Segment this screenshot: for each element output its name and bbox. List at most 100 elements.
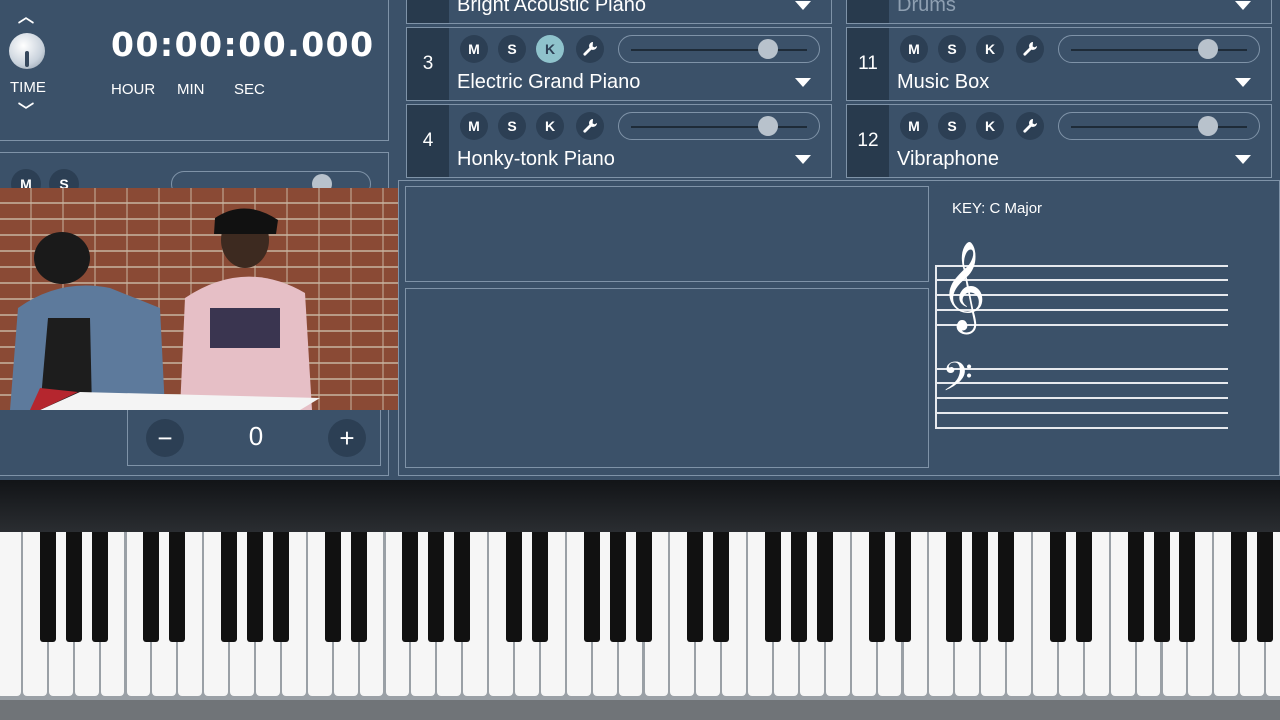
track-number: 3 xyxy=(407,28,449,100)
wrench-icon[interactable] xyxy=(576,35,604,63)
wrench-icon[interactable] xyxy=(1016,112,1044,140)
solo-button[interactable]: S xyxy=(938,112,966,140)
time-down-arrow-icon[interactable]: ﹀ xyxy=(17,97,35,120)
volume-slider[interactable] xyxy=(1058,112,1260,140)
black-key[interactable] xyxy=(143,532,160,642)
black-key[interactable] xyxy=(687,532,704,642)
wrench-icon[interactable] xyxy=(1016,35,1044,63)
keyboard-button[interactable]: K xyxy=(536,35,564,63)
black-key[interactable] xyxy=(169,532,186,642)
black-key[interactable] xyxy=(1127,532,1144,642)
black-key[interactable] xyxy=(1049,532,1066,642)
time-knob[interactable] xyxy=(9,33,45,69)
solo-button[interactable]: S xyxy=(938,35,966,63)
black-key[interactable] xyxy=(1179,532,1196,642)
mute-button[interactable]: M xyxy=(460,35,488,63)
keyboard-button[interactable]: K xyxy=(976,112,1004,140)
time-unit-hour: HOUR xyxy=(111,81,156,98)
center-lower-box xyxy=(405,288,929,468)
track-4: 4 M S K Honky-tonk Piano xyxy=(406,104,832,178)
dropdown-arrow-icon[interactable] xyxy=(795,155,811,164)
black-key[interactable] xyxy=(972,532,989,642)
black-key[interactable] xyxy=(609,532,626,642)
instrument-name: Bright Acoustic Piano xyxy=(457,0,646,16)
black-key[interactable] xyxy=(39,532,56,642)
black-key[interactable] xyxy=(506,532,522,642)
black-key[interactable] xyxy=(816,532,833,642)
black-key[interactable] xyxy=(247,532,263,642)
transpose-plus-button[interactable]: + xyxy=(328,419,366,457)
black-key[interactable] xyxy=(946,532,963,642)
slider-handle[interactable] xyxy=(758,116,778,136)
track-number xyxy=(847,0,889,23)
instrument-name: Drums xyxy=(897,0,956,16)
webcam-people-image xyxy=(10,208,320,410)
time-panel: ︿ TIME ﹀ 00:00:00.000 HOUR MIN SEC xyxy=(0,0,389,141)
solo-button[interactable]: S xyxy=(498,112,526,140)
transpose-stepper: − 0 + xyxy=(127,408,381,466)
time-unit-sec: SEC xyxy=(234,81,265,98)
slider-handle[interactable] xyxy=(1198,116,1218,136)
piano-keyboard xyxy=(0,532,1280,700)
wrench-icon[interactable] xyxy=(576,112,604,140)
keyboard-button[interactable]: K xyxy=(536,112,564,140)
black-key[interactable] xyxy=(454,532,471,642)
black-key[interactable] xyxy=(765,532,781,642)
webcam-overlay xyxy=(0,188,398,410)
center-upper-box xyxy=(405,186,929,282)
volume-slider[interactable] xyxy=(1058,35,1260,63)
time-unit-min: MIN xyxy=(177,81,205,98)
volume-slider[interactable] xyxy=(618,112,820,140)
black-key[interactable] xyxy=(324,532,341,642)
dropdown-arrow-icon[interactable] xyxy=(795,78,811,87)
black-key[interactable] xyxy=(65,532,82,642)
treble-clef-icon: 𝄞 xyxy=(940,241,987,331)
black-key[interactable] xyxy=(998,532,1015,642)
black-key[interactable] xyxy=(221,532,238,642)
dropdown-arrow-icon[interactable] xyxy=(1235,78,1251,87)
bass-clef-icon: 𝄢 xyxy=(942,354,973,410)
time-display: 00:00:00.000 xyxy=(111,25,375,64)
black-key[interactable] xyxy=(1231,532,1248,642)
black-key[interactable] xyxy=(272,532,289,642)
black-key[interactable] xyxy=(350,532,367,642)
black-key[interactable] xyxy=(635,532,652,642)
black-key[interactable] xyxy=(91,532,108,642)
mute-button[interactable]: M xyxy=(900,112,928,140)
track-number: 12 xyxy=(847,105,889,177)
volume-slider[interactable] xyxy=(618,35,820,63)
black-key[interactable] xyxy=(894,532,911,642)
time-up-arrow-icon[interactable]: ︿ xyxy=(17,3,35,26)
white-key[interactable] xyxy=(0,532,21,696)
black-key[interactable] xyxy=(428,532,445,642)
dropdown-arrow-icon[interactable] xyxy=(795,1,811,10)
black-key[interactable] xyxy=(531,532,548,642)
time-label: TIME xyxy=(10,79,46,96)
track-bright-acoustic-piano[interactable]: Bright Acoustic Piano xyxy=(406,0,832,24)
track-3: 3 M S K Electric Grand Piano xyxy=(406,27,832,101)
transpose-value: 0 xyxy=(248,421,264,451)
instrument-name: Vibraphone xyxy=(897,148,999,170)
slider-handle[interactable] xyxy=(758,39,778,59)
black-key[interactable] xyxy=(1257,532,1274,642)
instrument-name: Electric Grand Piano xyxy=(457,71,641,93)
mute-button[interactable]: M xyxy=(460,112,488,140)
black-key[interactable] xyxy=(402,532,419,642)
keyboard-button[interactable]: K xyxy=(976,35,1004,63)
keyboard-frame xyxy=(0,480,1280,532)
black-key[interactable] xyxy=(790,532,807,642)
mute-button[interactable]: M xyxy=(900,35,928,63)
black-key[interactable] xyxy=(868,532,885,642)
keyboard-base xyxy=(0,700,1280,720)
black-key[interactable] xyxy=(713,532,730,642)
black-key[interactable] xyxy=(1075,532,1092,642)
black-key[interactable] xyxy=(1153,532,1170,642)
transpose-minus-button[interactable]: − xyxy=(146,419,184,457)
black-key[interactable] xyxy=(583,532,600,642)
solo-button[interactable]: S xyxy=(498,35,526,63)
track-drums[interactable]: Drums xyxy=(846,0,1272,24)
dropdown-arrow-icon[interactable] xyxy=(1235,1,1251,10)
track-11: 11 M S K Music Box xyxy=(846,27,1272,101)
slider-handle[interactable] xyxy=(1198,39,1218,59)
dropdown-arrow-icon[interactable] xyxy=(1235,155,1251,164)
